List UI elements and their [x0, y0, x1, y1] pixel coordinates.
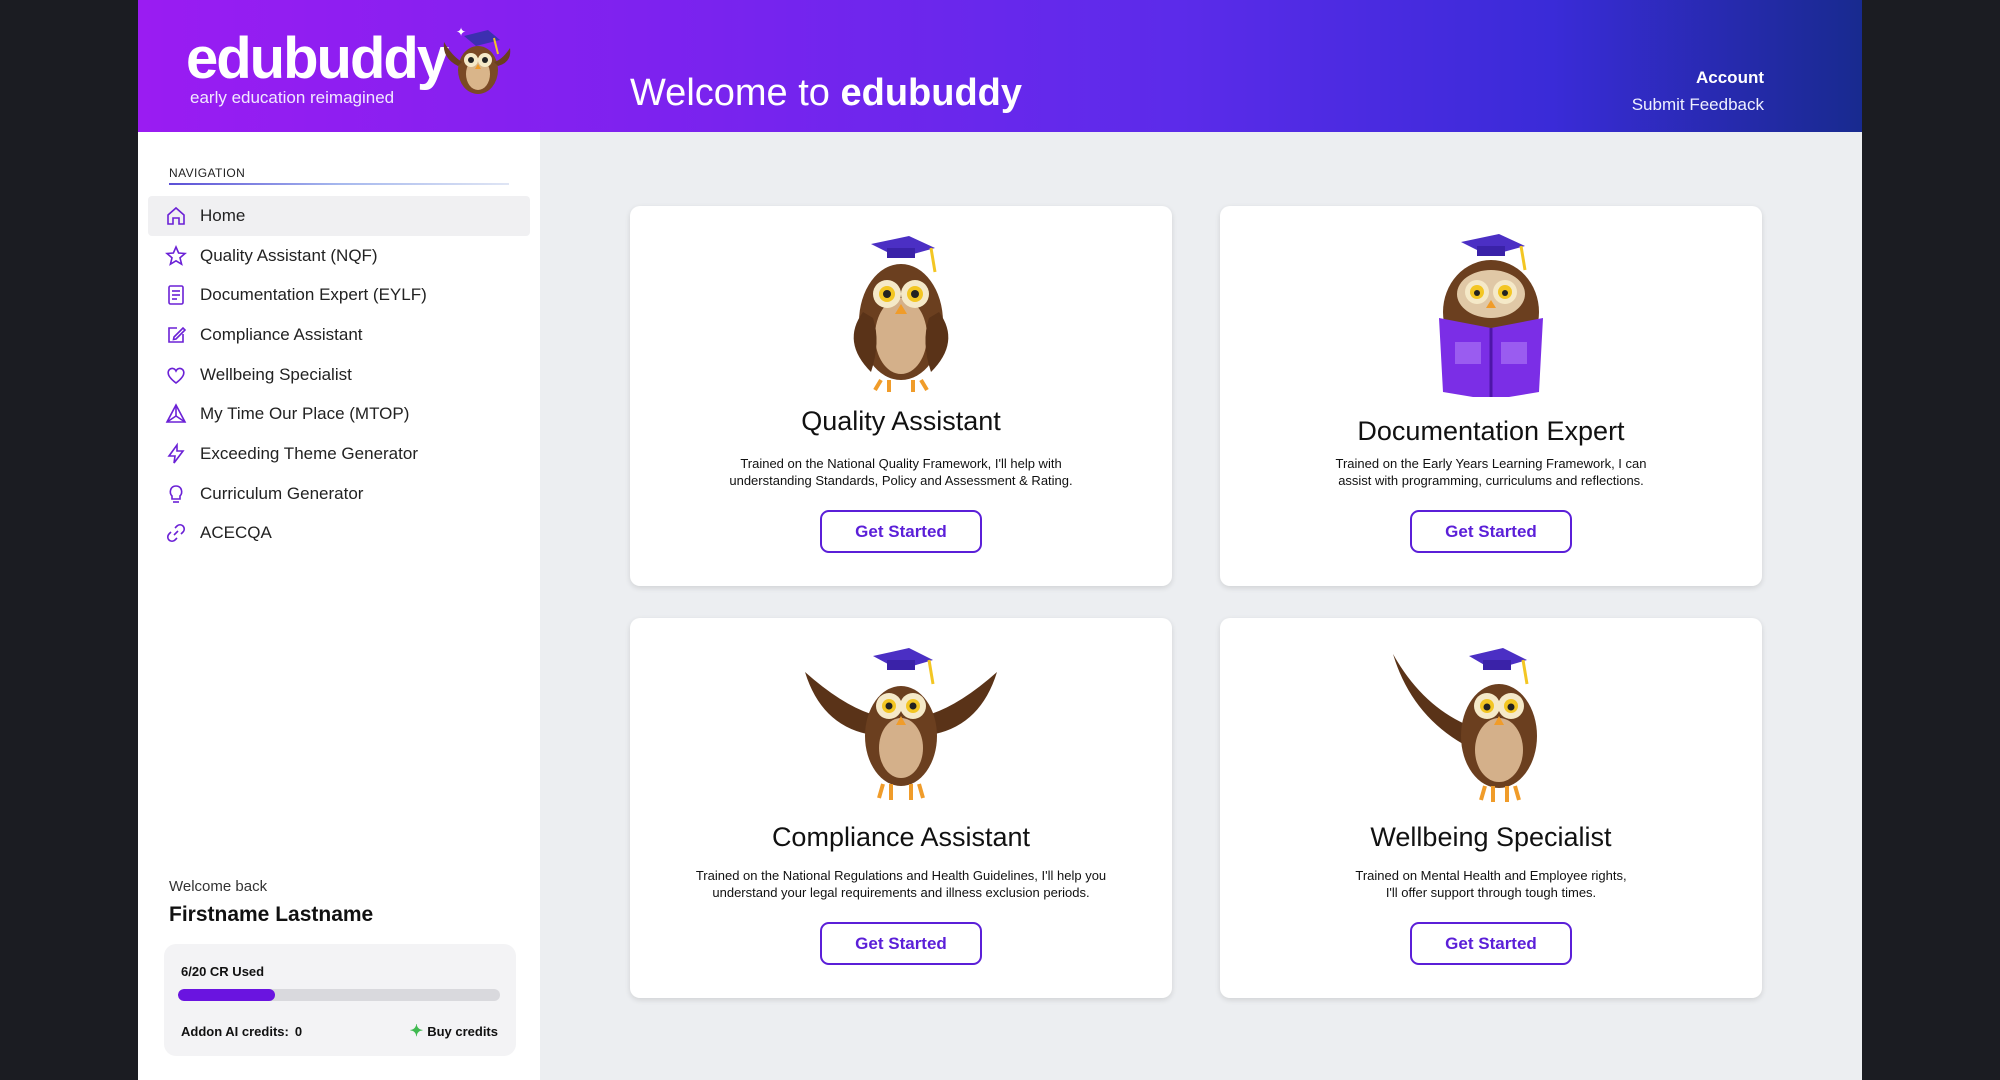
owl-mascot-icon: ✦ [443, 25, 511, 94]
sidebar-item-label: ACECQA [200, 523, 272, 543]
get-started-button[interactable]: Get Started [820, 510, 982, 553]
sidebar-item-label: Curriculum Generator [200, 483, 364, 503]
link-icon [164, 521, 188, 545]
addon-credits: Addon AI credits: 0 [181, 1024, 302, 1039]
buy-credits-button[interactable]: ✦ Buy credits [409, 1023, 498, 1040]
edit-icon [164, 323, 188, 347]
home-icon [164, 204, 188, 228]
credits-used-label: 6/20 CR Used [181, 964, 265, 979]
sidebar-item-label: Wellbeing Specialist [200, 364, 352, 384]
card-compliance-assistant: Compliance Assistant Trained on the Nati… [630, 618, 1172, 998]
welcome-back-label: Welcome back [169, 878, 268, 895]
owl-wings-up-illustration [805, 648, 997, 800]
lightning-icon [164, 442, 188, 466]
sparkle-icon: ✦ [409, 1023, 424, 1040]
card-documentation-expert: Documentation Expert Trained on the Earl… [1220, 206, 1762, 586]
card-quality-assistant: Quality Assistant Trained on the Nationa… [630, 206, 1172, 586]
card-description: Trained on the National Quality Framewor… [690, 456, 1112, 489]
sidebar-item-documentation-expert[interactable]: Documentation Expert (EYLF) [148, 275, 530, 315]
sidebar-item-mtop[interactable]: My Time Our Place (MTOP) [148, 394, 530, 434]
card-title: Quality Assistant [801, 406, 1001, 436]
card-title: Compliance Assistant [771, 822, 1031, 852]
sidebar-item-acecqa[interactable]: ACECQA [148, 514, 530, 554]
sidebar-item-home[interactable]: Home [148, 196, 530, 236]
star-icon [164, 244, 188, 268]
card-description-line: understand your legal requirements and i… [712, 884, 1090, 900]
svg-text:✦: ✦ [456, 25, 466, 39]
get-started-button[interactable]: Get Started [1410, 922, 1572, 965]
addon-credits-label: Addon AI credits: [181, 1024, 289, 1039]
logo-tagline: early education reimagined [190, 88, 395, 107]
credits-progress-fill [178, 989, 275, 1001]
card-wellbeing-specialist: Wellbeing Specialist Trained on Mental H… [1220, 618, 1762, 998]
nav-list: Home Quality Assistant (NQF) Documentati… [148, 196, 530, 553]
card-description-line: I'll offer support through tough times. [1385, 884, 1597, 900]
triangle-icon [164, 402, 188, 426]
sidebar-item-wellbeing-specialist[interactable]: Wellbeing Specialist [148, 355, 530, 395]
card-description-line: understanding Standards, Policy and Asse… [729, 472, 1073, 488]
logo-wordmark: edubuddy [186, 26, 449, 91]
sidebar-item-label: My Time Our Place (MTOP) [200, 404, 410, 424]
card-description-line: Trained on the National Regulations and … [695, 868, 1107, 883]
card-description-line: assist with programming, curriculums and… [1338, 472, 1644, 488]
credits-progress-bar [178, 989, 500, 1001]
sidebar: NAVIGATION Home Quality Assistant (NQF) … [138, 132, 540, 1080]
owl-reading-illustration [1439, 234, 1543, 397]
welcome-heading: Welcome to edubuddy [630, 72, 1022, 115]
header-links: Account Submit Feedback [1632, 68, 1764, 115]
card-description: Trained on the National Regulations and … [690, 868, 1112, 901]
card-description: Trained on the Early Years Learning Fram… [1280, 456, 1702, 489]
addon-credits-value: 0 [294, 1024, 303, 1039]
sidebar-item-compliance-assistant[interactable]: Compliance Assistant [148, 315, 530, 355]
welcome-brand: edubuddy [840, 72, 1023, 114]
buy-credits-label: Buy credits [427, 1024, 498, 1039]
top-header: edubuddy early education reimagined ✦ We… [138, 0, 1862, 132]
sidebar-item-label: Exceeding Theme Generator [200, 443, 418, 463]
sidebar-item-quality-assistant[interactable]: Quality Assistant (NQF) [148, 236, 530, 276]
document-icon [164, 283, 188, 307]
submit-feedback-link[interactable]: Submit Feedback [1632, 95, 1764, 115]
card-description-line: Trained on the Early Years Learning Fram… [1335, 456, 1647, 471]
sidebar-item-label: Home [200, 205, 246, 225]
heart-icon [164, 363, 188, 387]
get-started-button[interactable]: Get Started [820, 922, 982, 965]
sidebar-item-label: Documentation Expert (EYLF) [200, 285, 427, 305]
owl-standing-illustration [853, 236, 949, 392]
navigation-divider [169, 183, 509, 185]
card-title: Wellbeing Specialist [1370, 822, 1612, 852]
card-description-line: Trained on the National Quality Framewor… [740, 456, 1062, 471]
get-started-button[interactable]: Get Started [1410, 510, 1572, 553]
account-link[interactable]: Account [1632, 68, 1764, 88]
credits-panel: 6/20 CR Used Addon AI credits: 0 ✦ Buy cr… [164, 944, 516, 1056]
app-window: edubuddy early education reimagined ✦ We… [138, 0, 1862, 1080]
welcome-prefix: Welcome to [630, 72, 841, 114]
card-description-line: Trained on Mental Health and Employee ri… [1355, 868, 1627, 883]
owl-waving-illustration [1393, 648, 1537, 802]
sidebar-item-exceeding-theme-generator[interactable]: Exceeding Theme Generator [148, 434, 530, 474]
sidebar-item-label: Compliance Assistant [200, 324, 363, 344]
navigation-heading: NAVIGATION [169, 166, 246, 180]
sidebar-item-label: Quality Assistant (NQF) [200, 245, 378, 265]
sidebar-item-curriculum-generator[interactable]: Curriculum Generator [148, 474, 530, 514]
lightbulb-icon [164, 482, 188, 506]
card-description: Trained on Mental Health and Employee ri… [1280, 868, 1702, 901]
user-name: Firstname Lastname [169, 903, 374, 926]
card-title: Documentation Expert [1357, 416, 1625, 446]
edubuddy-logo[interactable]: edubuddy early education reimagined ✦ [186, 22, 516, 117]
